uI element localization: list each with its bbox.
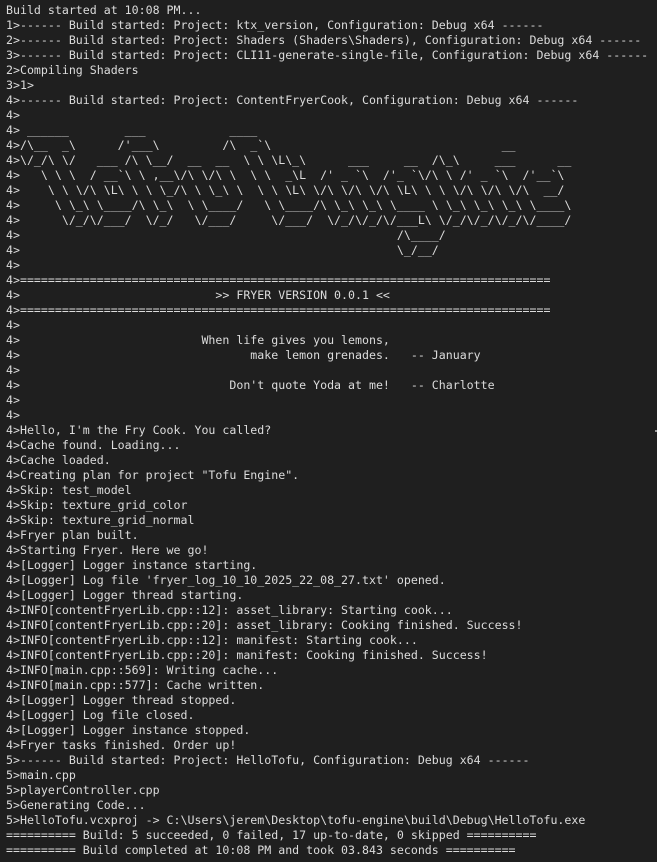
output-line: 4>	[6, 258, 20, 272]
output-line: 4>INFO[contentFryerLib.cpp::12]: asset_l…	[6, 603, 453, 617]
output-line: 4>Starting Fryer. Here we go!	[6, 543, 209, 557]
output-line: 4>Skip: test_model	[6, 483, 132, 497]
output-line: 4>	[6, 363, 20, 377]
output-line: 5>main.cpp	[6, 768, 76, 782]
output-line: 4> \ \_\ \____/\ \_\ \ \____/ \ \____/\ …	[6, 198, 572, 212]
output-line: 4>Creating plan for project "Tofu Engine…	[6, 468, 300, 482]
output-line: 4>Fryer tasks finished. Order up!	[6, 738, 237, 752]
output-line: 4>Cache found. Loading...	[6, 438, 181, 452]
output-line: ========== Build: 5 succeeded, 0 failed,…	[6, 828, 537, 842]
output-line: 5>------ Build started: Project: HelloTo…	[6, 753, 530, 767]
output-line: 4>	[6, 108, 20, 122]
output-line: 4>[Logger] Log file closed.	[6, 708, 195, 722]
output-line: Build started at 10:08 PM...	[6, 3, 202, 17]
output-line: 4>	[6, 318, 20, 332]
build-output-pane[interactable]: Build started at 10:08 PM... 1>------ Bui…	[0, 0, 657, 862]
output-line: 4>Skip: texture_grid_normal	[6, 513, 195, 527]
output-line: 5>playerController.cpp	[6, 783, 160, 797]
output-line: 4>Skip: texture_grid_color	[6, 498, 188, 512]
output-line: 4> \_/__/	[6, 243, 439, 257]
output-line: 4>	[6, 393, 20, 407]
output-line: 4>======================================…	[6, 273, 551, 287]
output-line: 4>[Logger] Log file 'fryer_log_10_10_202…	[6, 573, 446, 587]
output-line: 4>[Logger] Logger instance starting.	[6, 558, 258, 572]
output-line: 2>------ Build started: Project: Shaders…	[6, 33, 642, 47]
output-line: 1>------ Build started: Project: ktx_ver…	[6, 18, 544, 32]
output-line: 4>======================================…	[6, 303, 551, 317]
output-line: 4>INFO[contentFryerLib.cpp::20]: asset_l…	[6, 618, 523, 632]
output-line: 4>	[6, 408, 20, 422]
output-line: 2>Compiling Shaders	[6, 63, 139, 77]
output-line: 3>1>	[6, 78, 34, 92]
output-line: 4> ______ ___ ____	[6, 123, 258, 137]
output-line: 4>[Logger] Logger instance stopped.	[6, 723, 251, 737]
output-line: 4> \ \ \/\ \L\ \ \ \_/\ \ \_\ \ \ \ \L\ …	[6, 183, 565, 197]
output-line: 4>[Logger] Logger thread stopped.	[6, 693, 237, 707]
output-line: 4>Fryer plan built.	[6, 528, 139, 542]
output-line: 4>INFO[contentFryerLib.cpp::20]: manifes…	[6, 648, 488, 662]
output-line: 4> /\____/	[6, 228, 446, 242]
output-line: 4>------ Build started: Project: Content…	[6, 93, 579, 107]
output-line: 4>INFO[main.cpp::569]: Writing cache...	[6, 663, 279, 677]
build-output-text: Build started at 10:08 PM... 1>------ Bui…	[0, 0, 657, 858]
output-line: 4>\/_/\ \/ ___ /\ \__/ __ __ \ \ \L\_\ _…	[6, 153, 572, 167]
output-line: 4> Don't quote Yoda at me! -- Charlotte	[6, 378, 495, 392]
output-line: 4>Cache loaded.	[6, 453, 111, 467]
output-line: ========== Build completed at 10:08 PM a…	[6, 843, 516, 857]
output-line: 4>/\__ _\ /'___\ /\ _`\ __	[6, 138, 516, 152]
output-line: 4>Hello, I'm the Fry Cook. You called?	[6, 423, 272, 437]
output-line: 4> \ \ \ / __`\ \ ,__\/\ \/\ \ \ \ _\L /…	[6, 168, 565, 182]
output-line: 4> make lemon grenades. -- January	[6, 348, 481, 362]
output-line: 4> >> FRYER VERSION 0.0.1 <<	[6, 288, 390, 302]
output-line: 4> \/_/\/___/ \/_/ \/___/ \/___/ \/_/\/_…	[6, 213, 572, 227]
output-line: 4>INFO[contentFryerLib.cpp::12]: manifes…	[6, 633, 418, 647]
output-line: 5>Generating Code...	[6, 798, 146, 812]
output-line: 4>INFO[main.cpp::577]: Cache written.	[6, 678, 265, 692]
output-line: 3>------ Build started: Project: CLI11-g…	[6, 48, 649, 62]
output-line: 4>[Logger] Logger thread starting.	[6, 588, 244, 602]
output-line: 5>HelloTofu.vcxproj -> C:\Users\jerem\De…	[6, 813, 586, 827]
output-line: 4> When life gives you lemons,	[6, 333, 390, 347]
